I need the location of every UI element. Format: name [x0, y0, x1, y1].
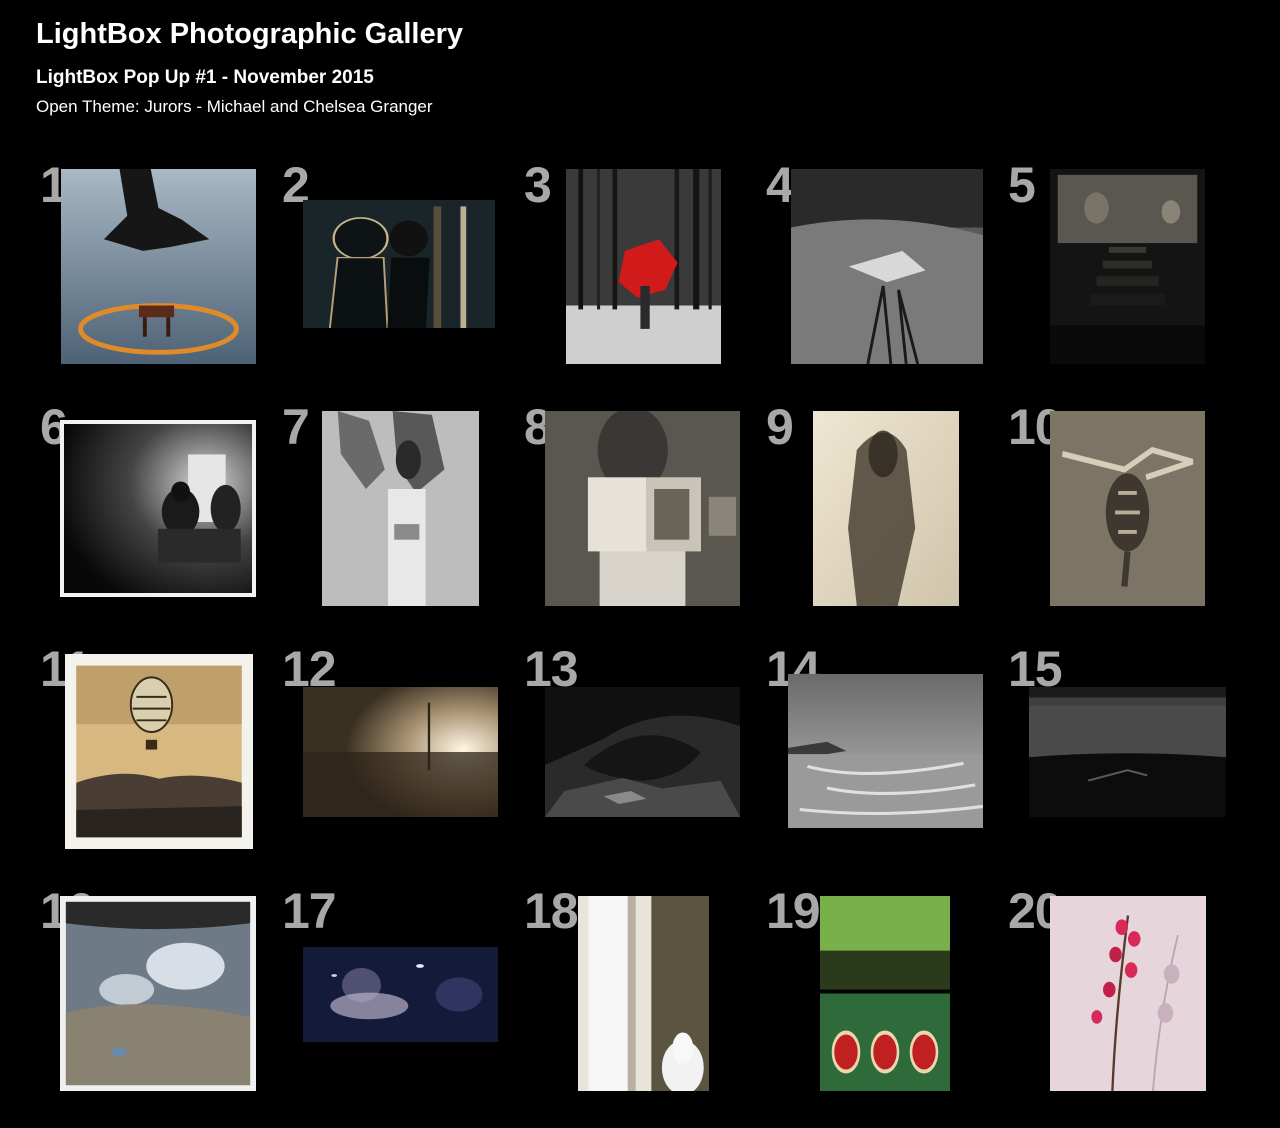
photo-number: 5	[1008, 157, 1036, 213]
photo-thumbnail[interactable]	[788, 674, 983, 828]
gallery-item[interactable]: 1	[40, 160, 282, 402]
photo-thumbnail[interactable]	[1050, 411, 1205, 606]
gallery-item[interactable]: 11	[40, 644, 282, 886]
photo-thumbnail[interactable]	[820, 896, 950, 1091]
photo-thumbnail[interactable]	[545, 687, 740, 817]
photo-thumbnail[interactable]	[545, 411, 740, 606]
photo-thumbnail[interactable]	[813, 411, 959, 606]
exhibition-subtitle: LightBox Pop Up #1 - November 2015	[36, 67, 374, 88]
gallery-item[interactable]: 2	[282, 160, 524, 402]
photo-number: 4	[766, 157, 794, 213]
photo-thumbnail[interactable]	[303, 947, 498, 1042]
photo-thumbnail[interactable]	[1050, 896, 1206, 1091]
photo-number: 19	[766, 883, 821, 939]
photo-number: 3	[524, 157, 552, 213]
photo-thumbnail[interactable]	[566, 169, 721, 364]
gallery-item[interactable]: 13	[524, 644, 766, 886]
gallery-item[interactable]: 6	[40, 402, 282, 644]
photo-thumbnail[interactable]	[61, 169, 256, 364]
gallery-item[interactable]: 15	[1008, 644, 1250, 886]
exhibition-theme: Open Theme: Jurors - Michael and Chelsea…	[36, 97, 433, 116]
gallery-item[interactable]: 5	[1008, 160, 1250, 402]
site-title[interactable]: LightBox Photographic Gallery	[36, 14, 463, 54]
gallery-item[interactable]: 16	[40, 886, 282, 1128]
photo-thumbnail[interactable]	[578, 896, 709, 1091]
gallery-item[interactable]: 18	[524, 886, 766, 1128]
gallery-item[interactable]: 10	[1008, 402, 1250, 644]
photo-thumbnail[interactable]	[60, 896, 256, 1091]
photo-number: 7	[282, 399, 310, 455]
gallery-item[interactable]: 8	[524, 402, 766, 644]
gallery-item[interactable]: 12	[282, 644, 524, 886]
gallery-item[interactable]: 20	[1008, 886, 1250, 1128]
gallery-item[interactable]: 7	[282, 402, 524, 644]
photo-thumbnail[interactable]	[303, 687, 498, 817]
gallery-item[interactable]: 4	[766, 160, 1008, 402]
gallery-item[interactable]: 17	[282, 886, 524, 1128]
gallery-item[interactable]: 19	[766, 886, 1008, 1128]
photo-thumbnail[interactable]	[60, 420, 256, 597]
photo-thumbnail[interactable]	[1029, 687, 1226, 817]
photo-thumbnail[interactable]	[322, 411, 479, 606]
gallery-item[interactable]: 3	[524, 160, 766, 402]
photo-thumbnail[interactable]	[65, 654, 253, 849]
photo-number: 9	[766, 399, 794, 455]
gallery-item[interactable]: 14	[766, 644, 1008, 886]
gallery-item[interactable]: 9	[766, 402, 1008, 644]
photo-number: 18	[524, 883, 579, 939]
page-header: LightBox Photographic Gallery LightBox P…	[36, 14, 463, 118]
photo-thumbnail[interactable]	[791, 169, 983, 364]
photo-number: 17	[282, 883, 337, 939]
photo-thumbnail[interactable]	[303, 200, 495, 328]
photo-thumbnail[interactable]	[1050, 169, 1205, 364]
